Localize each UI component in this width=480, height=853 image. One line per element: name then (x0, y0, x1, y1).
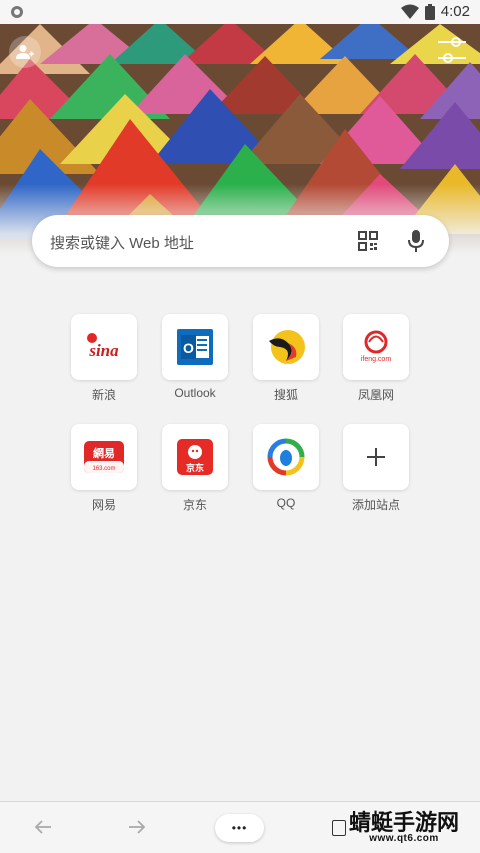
microphone-icon[interactable] (407, 229, 425, 253)
account-button[interactable] (9, 36, 41, 68)
outlook-logo-icon: O (177, 329, 213, 365)
more-menu-button[interactable]: ••• (215, 814, 264, 842)
watermark-url: www.qt6.com (369, 833, 439, 844)
more-dots-icon: ••• (231, 821, 248, 835)
svg-text:網易: 網易 (93, 446, 115, 460)
tile-qq[interactable]: QQ (253, 424, 319, 510)
svg-text:163.com: 163.com (92, 466, 115, 472)
forward-arrow-icon[interactable] (128, 818, 146, 836)
tile-outlook[interactable]: O Outlook (162, 314, 228, 400)
tile-netease[interactable]: 網易 163.com 网易 (71, 424, 137, 513)
tile-ifeng-box[interactable]: ifeng.com (343, 314, 409, 380)
tile-outlook-box[interactable]: O (162, 314, 228, 380)
watermark: 蜻蜓手游网 www.qt6.com (336, 812, 472, 846)
tile-label: Outlook (174, 386, 216, 400)
tile-sohu[interactable]: 搜狐 (253, 314, 319, 403)
sohu-fox-icon (269, 330, 305, 364)
shield-icon (11, 6, 23, 18)
tile-jd[interactable]: 京东 京东 (162, 424, 228, 513)
tile-jd-box[interactable]: 京东 (162, 424, 228, 490)
search-input[interactable]: 搜索或键入 Web 地址 (50, 232, 194, 253)
tile-add-site[interactable]: 添加站点 (343, 424, 409, 513)
svg-text:O: O (183, 340, 194, 356)
tile-sohu-box[interactable] (253, 314, 319, 380)
status-bar: 4:02 (0, 0, 480, 24)
svg-text:ifeng.com: ifeng.com (361, 356, 392, 363)
qr-code-icon[interactable] (358, 231, 378, 251)
watermark-title: 蜻蜓手游网 (348, 810, 459, 835)
tile-netease-box[interactable]: 網易 163.com (71, 424, 137, 490)
tile-label: QQ (276, 496, 296, 510)
tile-qq-box[interactable] (253, 424, 319, 490)
tile-label: 添加站点 (351, 498, 400, 512)
search-bar[interactable]: 搜索或键入 Web 地址 (32, 215, 449, 267)
tile-label: 搜狐 (273, 388, 298, 402)
wifi-icon (400, 4, 419, 19)
plus-icon (367, 448, 385, 466)
ifeng-logo-icon: ifeng.com (361, 330, 392, 363)
tile-sina[interactable]: sina 新浪 (71, 314, 137, 403)
tile-sina-box[interactable]: sina (71, 314, 137, 380)
add-site-button[interactable] (343, 424, 409, 490)
tile-label: 凤凰网 (357, 388, 394, 402)
battery-icon (424, 3, 435, 20)
add-person-icon (16, 45, 34, 59)
tile-label: 新浪 (91, 388, 116, 402)
customize-icon[interactable] (436, 32, 468, 68)
svg-text:sina: sina (88, 341, 119, 360)
svg-text:京东: 京东 (186, 462, 204, 474)
tile-label: 京东 (182, 498, 207, 512)
qq-logo-icon (267, 438, 305, 476)
sina-logo-icon: sina (87, 333, 119, 360)
back-arrow-icon[interactable] (34, 818, 52, 836)
tile-label: 网易 (91, 498, 116, 512)
tile-ifeng[interactable]: ifeng.com 凤凰网 (343, 314, 409, 403)
jd-logo-icon: 京东 (177, 439, 213, 475)
netease-logo-icon: 網易 163.com (84, 441, 124, 473)
status-time: 4:02 (440, 3, 470, 20)
